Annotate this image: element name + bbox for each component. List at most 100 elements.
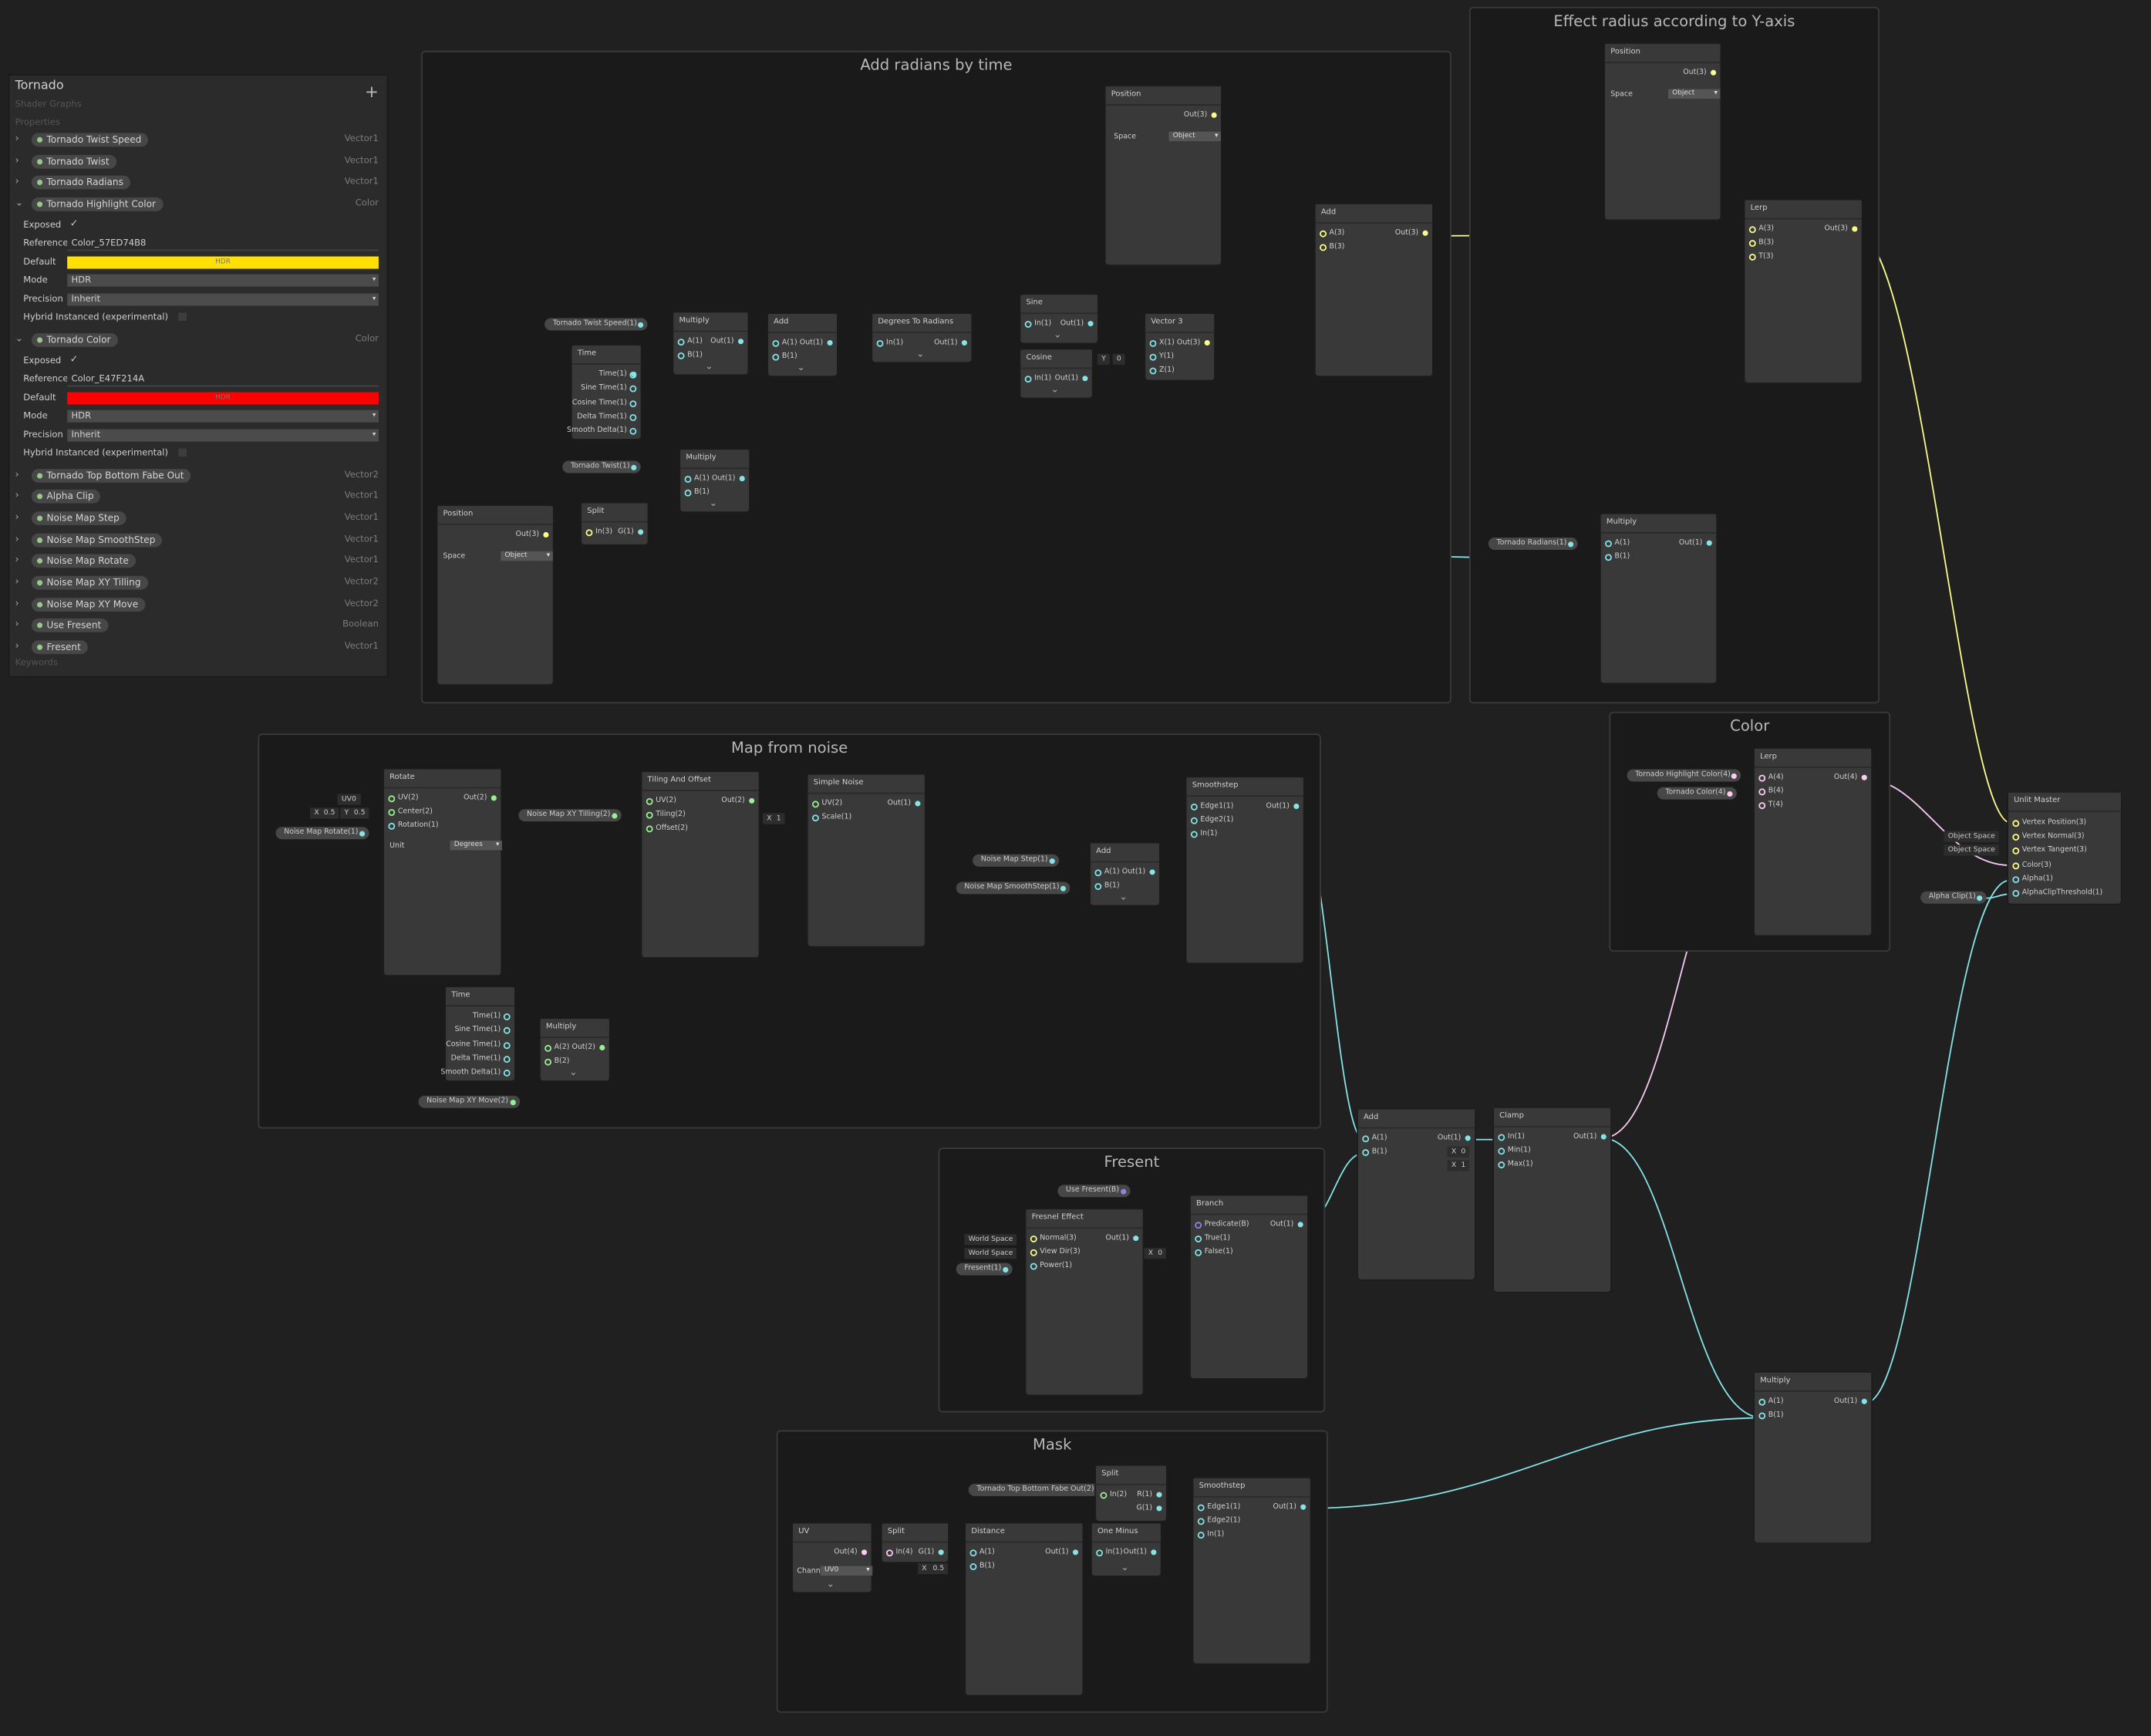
collapse-chevron-icon[interactable]: ›: [15, 176, 19, 187]
mode-dropdown[interactable]: HDR ▾: [67, 410, 379, 423]
output-port[interactable]: [503, 1027, 511, 1035]
output-port[interactable]: [503, 1013, 511, 1020]
property-row[interactable]: ⌄ Tornado Highlight Color Color: [15, 197, 379, 213]
input-port[interactable]: [1320, 230, 1327, 238]
output-port[interactable]: [1727, 790, 1733, 797]
output-port[interactable]: [612, 812, 618, 818]
output-port[interactable]: [1300, 1504, 1306, 1510]
output-port[interactable]: [1465, 1135, 1471, 1141]
node-title[interactable]: Position: [1605, 43, 1721, 63]
property-node-xy-move[interactable]: Noise Map XY Move(2): [418, 1095, 520, 1108]
input-port[interactable]: [876, 339, 884, 347]
output-port[interactable]: [638, 321, 644, 328]
input-port[interactable]: [2012, 861, 2020, 869]
input-port[interactable]: [544, 1044, 552, 1052]
output-port[interactable]: [629, 428, 637, 435]
property-name[interactable]: Tornado Top Bottom Fabe Out: [31, 468, 191, 483]
input-port[interactable]: [886, 1549, 893, 1557]
property-row[interactable]: › Tornado Radians Vector1: [15, 176, 379, 191]
node-master[interactable]: Unlit Master Vertex Position(3) Vertex Nor…: [2008, 792, 2121, 904]
precision-dropdown[interactable]: Inherit ▾: [67, 428, 379, 441]
input-port[interactable]: [1498, 1134, 1505, 1141]
node-rotate[interactable]: Rotate UV(2) Center(2) Rotation(1) Out(2) Uni…: [384, 769, 503, 976]
node-title[interactable]: Split: [882, 1523, 949, 1543]
output-port[interactable]: [1861, 1398, 1867, 1404]
node-smoothstep2[interactable]: Smoothstep Edge1(1) Edge2(1) In(1) Out(1): [1193, 1478, 1310, 1664]
node-title[interactable]: Distance: [966, 1523, 1083, 1543]
default-color-swatch[interactable]: HDR: [67, 256, 379, 269]
output-port[interactable]: [915, 801, 921, 807]
node-clamp[interactable]: Clamp In(1) Min(1) Max(1) Out(1): [1494, 1107, 1611, 1292]
input-port[interactable]: [1100, 1492, 1108, 1499]
input-port[interactable]: [1195, 1222, 1202, 1229]
output-port[interactable]: [1293, 803, 1300, 810]
node-distance[interactable]: Distance A(1) B(1) Out(1): [966, 1523, 1083, 1695]
uv-channel-field[interactable]: UV0: [337, 794, 361, 805]
input-port[interactable]: [772, 353, 780, 361]
output-port[interactable]: [1072, 1549, 1079, 1556]
exposed-checkbox[interactable]: ✓: [70, 353, 78, 364]
node-title[interactable]: Add: [1091, 843, 1160, 863]
node-title[interactable]: Cosine: [1020, 349, 1092, 369]
unit-dropdown[interactable]: Degrees ▾: [450, 840, 503, 851]
node-title[interactable]: Smoothstep: [1193, 1478, 1310, 1498]
collapse-chevron-icon[interactable]: ›: [15, 576, 19, 587]
false-field[interactable]: 0: [1153, 1248, 1167, 1259]
property-row[interactable]: › Noise Map Rotate Vector1: [15, 554, 379, 570]
property-name[interactable]: Tornado Twist Speed: [31, 133, 149, 147]
add-property-icon[interactable]: +: [365, 83, 379, 102]
node-title[interactable]: Lerp: [1745, 200, 1862, 220]
node-position3[interactable]: Position Out(3) Space Object ▾: [1605, 43, 1721, 220]
property-node-topbottom[interactable]: Tornado Top Bottom Fabe Out(2): [968, 1483, 1105, 1496]
output-port[interactable]: [1082, 376, 1088, 382]
node-time1[interactable]: Time Time(1) Sine Time(1) Cosine Time(1) Del…: [567, 346, 641, 439]
output-port[interactable]: [638, 529, 644, 535]
property-name[interactable]: Use Fresent: [31, 619, 109, 633]
collapse-chevron-icon[interactable]: ›: [15, 619, 19, 630]
reference-field[interactable]: Color_57ED74B8: [67, 238, 379, 251]
node-title[interactable]: Multiply: [680, 450, 750, 470]
node-cosine[interactable]: Cosine In(1) Out(1) ⌄: [1020, 349, 1092, 398]
input-port[interactable]: [388, 809, 396, 816]
node-split2[interactable]: Split In(4) G(1): [882, 1523, 949, 1562]
property-node-noise-rotate[interactable]: Noise Map Rotate(1): [275, 827, 369, 840]
output-port[interactable]: [1087, 321, 1094, 327]
property-name[interactable]: Tornado Radians: [31, 176, 130, 190]
output-port[interactable]: [1977, 895, 1983, 901]
node-multiply-final[interactable]: Multiply A(1) B(1) Out(1): [1754, 1372, 1872, 1543]
node-add1[interactable]: Add A(3) B(3) Out(3): [1315, 204, 1432, 376]
node-title[interactable]: Sine: [1020, 295, 1097, 315]
output-port[interactable]: [503, 1055, 511, 1063]
property-name[interactable]: Noise Map XY Move: [31, 597, 146, 612]
center-x-field[interactable]: 0.5: [319, 807, 339, 819]
input-port[interactable]: [2012, 889, 2020, 897]
node-vector3[interactable]: Vector 3 X(1) Y(1) Z(1) Out(3): [1145, 314, 1215, 380]
input-port[interactable]: [1149, 367, 1157, 375]
input-port[interactable]: [684, 489, 692, 497]
space-dropdown[interactable]: Object ▾: [1667, 89, 1721, 99]
output-port[interactable]: [1422, 230, 1428, 236]
node-title[interactable]: Tiling And Offset: [642, 772, 759, 791]
normal-space[interactable]: World Space: [964, 1234, 1017, 1246]
property-name[interactable]: Noise Map SmoothStep: [31, 532, 163, 547]
collapse-chevron-icon[interactable]: ›: [15, 641, 19, 652]
space-dropdown[interactable]: Object ▾: [1168, 131, 1222, 142]
output-port[interactable]: [749, 797, 755, 804]
reference-field[interactable]: Color_E47F214A: [67, 372, 379, 387]
input-port[interactable]: [1197, 1518, 1205, 1525]
node-lerp2[interactable]: Lerp A(4) B(4) T(4) Out(4): [1754, 748, 1872, 935]
input-port[interactable]: [969, 1549, 977, 1557]
collapse-chevron-icon[interactable]: ⌄: [827, 1579, 834, 1589]
node-title[interactable]: Multiply: [673, 312, 748, 332]
output-port[interactable]: [1731, 772, 1738, 779]
property-node-noise-step[interactable]: Noise Map Step(1): [973, 854, 1059, 867]
property-node-highlight[interactable]: Tornado Highlight Color(4): [1627, 769, 1742, 782]
property-name[interactable]: Tornado Twist: [31, 154, 116, 169]
node-title[interactable]: Simple Noise: [807, 774, 925, 794]
property-name[interactable]: Noise Map XY Tilling: [31, 575, 148, 590]
channel-dropdown[interactable]: UV0 ▾: [820, 1566, 873, 1576]
property-name[interactable]: Tornado Color: [31, 332, 118, 347]
input-port[interactable]: [1320, 244, 1327, 251]
node-position1[interactable]: Position Out(3) Space Object ▾: [1105, 86, 1222, 265]
input-port[interactable]: [2012, 875, 2020, 883]
